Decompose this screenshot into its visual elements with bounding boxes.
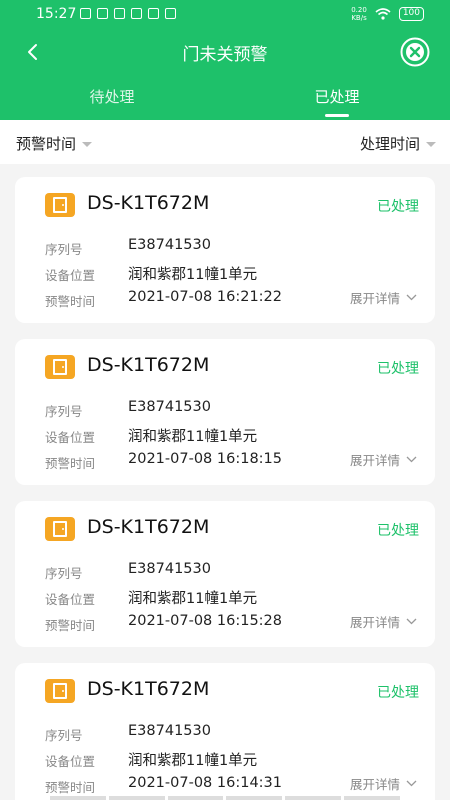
device-name: DS-K1T672M [87, 192, 210, 214]
page-title: 门未关预警 [182, 45, 268, 65]
notification-icon [165, 8, 176, 19]
battery-icon: 100 [398, 7, 424, 21]
device-name: DS-K1T672M [87, 678, 210, 700]
location-label: 设备位置 [45, 754, 96, 769]
alarm-time-label: 预警时间 [45, 294, 96, 309]
alarm-card[interactable]: DS-K1T672M 已处理 序列号 E38741530 设备位置 润和紫郡11… [15, 663, 435, 800]
alarm-time-label: 预警时间 [45, 618, 96, 633]
notification-icon [80, 8, 91, 19]
alarm-card[interactable]: DS-K1T672M 已处理 序列号 E38741530 设备位置 润和紫郡11… [15, 177, 435, 323]
serial-value: E38741530 [128, 237, 211, 253]
door-icon [45, 193, 75, 217]
notification-icon [114, 8, 125, 19]
location-value: 润和紫郡11幢1单元 [128, 753, 258, 769]
notification-icons [80, 8, 176, 19]
door-icon [45, 517, 75, 541]
device-name: DS-K1T672M [87, 516, 210, 538]
wifi-icon [375, 8, 391, 20]
notification-icon [131, 8, 142, 19]
alarm-time-label: 预警时间 [45, 456, 96, 471]
caret-down-icon [426, 142, 436, 147]
tab-indicator [325, 114, 349, 117]
status-right: 0.20 KB/s 100 [351, 6, 424, 22]
device-name: DS-K1T672M [87, 354, 210, 376]
alarm-time-value: 2021-07-08 16:14:31 [128, 775, 282, 791]
status-badge: 已处理 [377, 361, 419, 377]
app-header: 15:27 0.20 KB/s 100 门未关预警 待处理 已处理 [0, 0, 450, 120]
location-label: 设备位置 [45, 592, 96, 607]
alarm-card[interactable]: DS-K1T672M 已处理 序列号 E38741530 设备位置 润和紫郡11… [15, 501, 435, 647]
serial-label: 序列号 [45, 242, 83, 257]
notification-icon [97, 8, 108, 19]
tab-processed[interactable]: 已处理 [277, 86, 397, 107]
location-label: 设备位置 [45, 268, 96, 283]
bottom-scroll-indicator [50, 796, 400, 800]
serial-value: E38741530 [128, 723, 211, 739]
door-icon [45, 679, 75, 703]
filter-process-time[interactable]: 处理时间 [360, 133, 436, 154]
chevron-down-icon [406, 618, 417, 625]
status-badge: 已处理 [377, 685, 419, 701]
status-time: 15:27 [36, 6, 77, 22]
net-speed: 0.20 KB/s [351, 6, 367, 22]
serial-label: 序列号 [45, 404, 83, 419]
chevron-down-icon [406, 456, 417, 463]
serial-value: E38741530 [128, 399, 211, 415]
location-value: 润和紫郡11幢1单元 [128, 429, 258, 445]
expand-details-button[interactable]: 展开详情 [350, 612, 417, 631]
status-badge: 已处理 [377, 523, 419, 539]
location-label: 设备位置 [45, 430, 96, 445]
chevron-down-icon [406, 780, 417, 787]
expand-details-button[interactable]: 展开详情 [350, 774, 417, 793]
notification-icon [148, 8, 159, 19]
tab-pending[interactable]: 待处理 [52, 86, 172, 107]
location-value: 润和紫郡11幢1单元 [128, 591, 258, 607]
alarm-time-value: 2021-07-08 16:21:22 [128, 289, 282, 305]
close-icon[interactable] [400, 37, 430, 67]
alarm-time-value: 2021-07-08 16:18:15 [128, 451, 282, 467]
tab-bar: 待处理 已处理 [0, 76, 450, 120]
status-bar: 15:27 0.20 KB/s 100 [0, 0, 450, 30]
caret-down-icon [82, 142, 93, 147]
alarm-time-label: 预警时间 [45, 780, 96, 795]
serial-label: 序列号 [45, 728, 83, 743]
chevron-down-icon [406, 294, 417, 301]
filter-alarm-time[interactable]: 预警时间 [16, 133, 93, 154]
location-value: 润和紫郡11幢1单元 [128, 267, 258, 283]
filter-bar: 预警时间 处理时间 [0, 120, 450, 164]
title-bar: 门未关预警 [0, 30, 450, 74]
alarm-card[interactable]: DS-K1T672M 已处理 序列号 E38741530 设备位置 润和紫郡11… [15, 339, 435, 485]
expand-details-button[interactable]: 展开详情 [350, 450, 417, 469]
serial-label: 序列号 [45, 566, 83, 581]
expand-details-button[interactable]: 展开详情 [350, 288, 417, 307]
alarm-time-value: 2021-07-08 16:15:28 [128, 613, 282, 629]
serial-value: E38741530 [128, 561, 211, 577]
status-badge: 已处理 [377, 199, 419, 215]
alarm-list: DS-K1T672M 已处理 序列号 E38741530 设备位置 润和紫郡11… [15, 177, 435, 800]
door-icon [45, 355, 75, 379]
